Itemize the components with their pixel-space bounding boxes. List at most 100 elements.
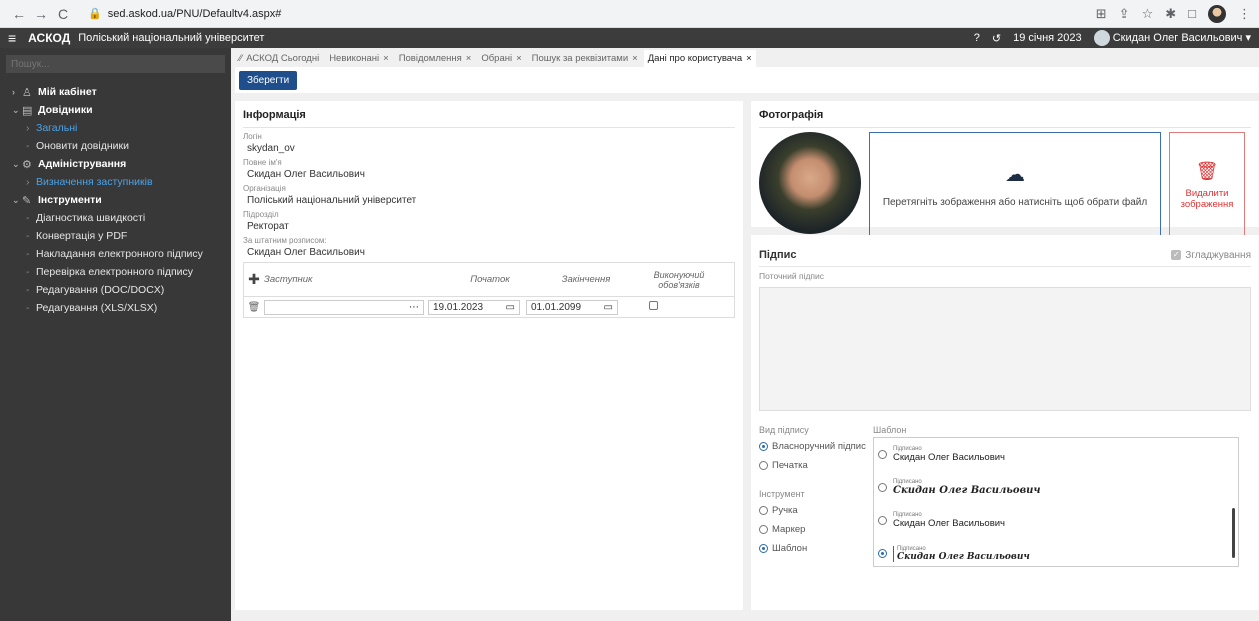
lock-icon: 🔒 bbox=[88, 8, 102, 20]
sidebar-item-administration[interactable]: ⌄ ⚙ Адміністрування bbox=[6, 155, 225, 173]
sidebar-item-edit-xls[interactable]: - Редагування (XLS/XLSX) bbox=[6, 299, 225, 317]
col-deputy: Заступник bbox=[264, 274, 313, 285]
sidebar-item-diagnostics[interactable]: - Діагностика швидкості bbox=[6, 209, 225, 227]
gear-icon: ⚙ bbox=[22, 158, 32, 171]
calendar-icon[interactable]: ▭ bbox=[604, 302, 613, 313]
url-text: sed.askod.ua/PNU/Defaultv4.aspx# bbox=[107, 7, 282, 20]
photo-dropzone[interactable]: ☁ Перетягніть зображення або натисніть щ… bbox=[869, 132, 1161, 238]
tab-unfinished[interactable]: Невиконані × bbox=[325, 50, 393, 67]
staff-value: Скидан Олег Васильович bbox=[247, 247, 365, 258]
template-label: Шаблон bbox=[873, 425, 907, 435]
history-icon[interactable]: ↺ bbox=[992, 32, 1001, 45]
extensions-icon[interactable]: ✱ bbox=[1165, 6, 1176, 22]
fullname-value: Скидан Олег Васильович bbox=[247, 169, 365, 180]
back-icon[interactable]: ← bbox=[8, 6, 30, 22]
sidebar-item-directories[interactable]: ⌄ ▤ Довідники bbox=[6, 101, 225, 119]
sidebar-item-sign[interactable]: - Накладання електронного підпису bbox=[6, 245, 225, 263]
dept-value: Ректорат bbox=[247, 221, 289, 232]
deputy-input[interactable]: ⋯ bbox=[264, 299, 424, 315]
tab-user-data[interactable]: Дані про користувача × bbox=[643, 50, 756, 67]
search-input[interactable] bbox=[6, 55, 225, 73]
menu-icon[interactable]: ≡ bbox=[8, 30, 16, 46]
toolbar: Зберегти bbox=[235, 67, 1259, 93]
close-icon[interactable]: × bbox=[383, 53, 389, 64]
dept-label: Підрозділ bbox=[243, 210, 279, 219]
profile-avatar[interactable] bbox=[1208, 4, 1226, 23]
sidebar: ›♙Мій кабінет ⌄▤Довідники ›Загальні -Оно… bbox=[0, 48, 231, 621]
user-name: Скидан Олег Васильович bbox=[1112, 31, 1243, 44]
sidebar-item-pdf[interactable]: - Конвертація у PDF bbox=[6, 227, 225, 245]
photo-panel: Фотографія ☁ Перетягніть зображення або … bbox=[751, 101, 1259, 238]
help-icon[interactable]: ? bbox=[974, 32, 980, 44]
org-value: Поліський національний університет bbox=[247, 195, 417, 206]
app-brand: АСКОД bbox=[28, 31, 71, 45]
sidebar-item-deputies[interactable]: › Визначення заступників bbox=[6, 173, 225, 191]
info-title: Інформація bbox=[243, 109, 735, 128]
calendar-icon[interactable]: ▭ bbox=[506, 302, 515, 313]
start-date-input[interactable]: 19.01.2023 ▭ bbox=[428, 299, 520, 315]
address-bar[interactable]: 🔒 sed.askod.ua/PNU/Defaultv4.aspx# bbox=[80, 3, 289, 25]
delete-photo-button[interactable]: 🗑 Видалити зображення bbox=[1169, 132, 1245, 238]
sidebar-item-verify[interactable]: - Перевірка електронного підпису bbox=[6, 263, 225, 281]
tool-template-radio[interactable]: Шаблон bbox=[759, 543, 867, 554]
reload-icon[interactable]: C bbox=[52, 6, 74, 22]
close-icon[interactable]: × bbox=[632, 53, 638, 64]
dropzone-text: Перетягніть зображення або натисніть щоб… bbox=[882, 197, 1148, 208]
list-item[interactable]: Підписано Скидан Олег Васильович bbox=[874, 537, 1238, 566]
star-icon[interactable]: ☆ bbox=[1142, 6, 1154, 22]
user-menu[interactable]: Скидан Олег Васильович ▾ bbox=[1093, 30, 1251, 46]
list-item[interactable]: Підписано Скидан Олег Васильович bbox=[874, 504, 1238, 537]
org-label: Організація bbox=[243, 184, 286, 193]
share-icon[interactable]: ⇪ bbox=[1119, 6, 1130, 22]
tab-favorites[interactable]: Обрані × bbox=[477, 50, 525, 67]
col-start: Початок bbox=[470, 274, 510, 285]
close-icon[interactable]: × bbox=[746, 53, 752, 64]
sidebar-item-general[interactable]: › Загальні bbox=[6, 119, 225, 137]
forward-icon[interactable]: → bbox=[30, 6, 52, 22]
user-avatar bbox=[1093, 30, 1110, 46]
tool-marker-radio[interactable]: Маркер bbox=[759, 524, 867, 535]
scrollbar[interactable] bbox=[1232, 508, 1235, 558]
tab-messages[interactable]: Повідомлення × bbox=[395, 50, 476, 67]
more-icon[interactable]: ⋮ bbox=[1238, 6, 1251, 22]
acting-checkbox[interactable] bbox=[648, 301, 658, 310]
end-date-input[interactable]: 01.01.2099 ▭ bbox=[526, 299, 618, 315]
current-signature-label: Поточний підпис bbox=[759, 271, 825, 281]
translate-icon[interactable]: ⊞ bbox=[1096, 6, 1107, 22]
signature-canvas[interactable] bbox=[759, 287, 1251, 411]
type-stamp-radio[interactable]: Печатка bbox=[759, 460, 867, 471]
login-value: skydan_ov bbox=[247, 143, 295, 154]
close-icon[interactable]: × bbox=[466, 53, 472, 64]
deputy-table: ✚ Заступник Початок Закінчення Виконуючи… bbox=[243, 262, 735, 318]
sidebar-item-cabinet[interactable]: › ♙ Мій кабінет bbox=[6, 83, 225, 101]
smoothing-toggle[interactable]: ✓ Згладжування bbox=[1171, 250, 1251, 261]
browser-bar: ← → C 🔒 sed.askod.ua/PNU/Defaultv4.aspx#… bbox=[0, 0, 1259, 28]
type-label: Вид підпису bbox=[759, 425, 809, 435]
trash-icon[interactable]: 🗑 bbox=[244, 302, 264, 313]
staff-label: За штатним розписом: bbox=[243, 236, 327, 245]
table-row: 🗑 ⋯ 19.01.2023 ▭ 01.01.2099 ▭ bbox=[244, 297, 734, 317]
type-handwritten-radio[interactable]: Власноручний підпис bbox=[759, 441, 867, 452]
tab-today[interactable]: ⁄⁄ АСКОД Сьогодні bbox=[235, 50, 323, 67]
template-list: Підписано Скидан Олег Васильович Підписан… bbox=[873, 437, 1239, 567]
signature-title: Підпис bbox=[759, 249, 797, 261]
window-icon[interactable]: □ bbox=[1188, 6, 1196, 21]
list-item[interactable]: Підписано Скидан Олег Васильович bbox=[874, 471, 1238, 504]
date-display: 19 січня 2023 bbox=[1013, 32, 1082, 44]
sidebar-item-tools[interactable]: ⌄ ✎ Інструменти bbox=[6, 191, 225, 209]
close-icon[interactable]: × bbox=[516, 53, 522, 64]
sidebar-item-update-directories[interactable]: - Оновити довідники bbox=[6, 137, 225, 155]
add-deputy-button[interactable]: ✚ bbox=[244, 271, 264, 288]
user-photo bbox=[759, 132, 861, 234]
tab-search[interactable]: Пошук за реквізитами × bbox=[528, 50, 642, 67]
org-name: Поліський національний університет bbox=[78, 32, 265, 44]
pin-icon: ⁄⁄ bbox=[239, 53, 243, 64]
book-icon: ▤ bbox=[22, 104, 33, 117]
save-button[interactable]: Зберегти bbox=[239, 70, 298, 90]
tab-bar: ⁄⁄ АСКОД Сьогодні Невиконані × Повідомленн… bbox=[235, 48, 1259, 67]
tool-pen-radio[interactable]: Ручка bbox=[759, 505, 867, 516]
login-label: Логін bbox=[243, 132, 262, 141]
sidebar-item-edit-doc[interactable]: - Редагування (DOC/DOCX) bbox=[6, 281, 225, 299]
wrench-icon: ✎ bbox=[22, 194, 32, 207]
list-item[interactable]: Підписано Скидан Олег Васильович bbox=[874, 438, 1238, 471]
